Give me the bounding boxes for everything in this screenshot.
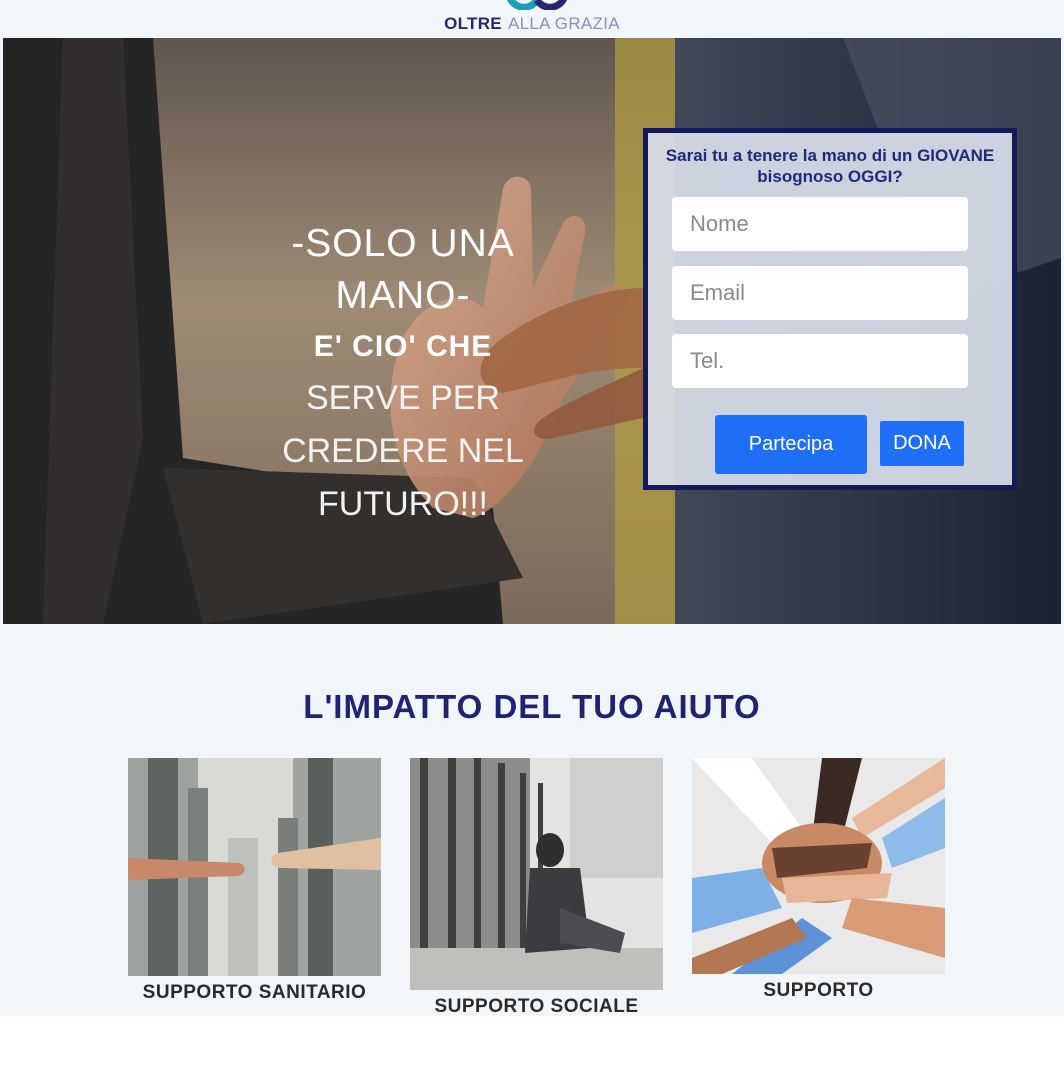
donate-button[interactable]: DONA: [880, 421, 964, 466]
health-support-caption: SUPPORTO SANITARIO: [142, 982, 367, 1003]
partecipa-button[interactable]: Partecipa: [715, 415, 867, 474]
health-support-image[interactable]: [128, 758, 381, 976]
signup-form: Sarai tu a tenere la mano di un GIOVANE …: [643, 128, 1017, 490]
logo-wordmark[interactable]: OLTRE ALLA GRAZIA: [0, 14, 1064, 34]
hero-subtitle: E' CIO' CHE: [313, 330, 493, 363]
landing-page: OLTRE ALLA GRAZIA -SOLO UNA MANO- E' CIO…: [0, 0, 1064, 1080]
community-support-image[interactable]: [692, 758, 945, 974]
form-title: Sarai tu a tenere la mano di un GIOVANE …: [665, 146, 995, 186]
impact-title: L'IMPATTO DEL TUO AIUTO: [303, 688, 761, 725]
logo-icon[interactable]: [497, 0, 577, 10]
social-support-image[interactable]: [410, 758, 663, 990]
name-input[interactable]: [672, 197, 968, 251]
hero-headline: -SOLO UNA MANO- E' CIO' CHE SERVE PER CR…: [253, 218, 553, 531]
logo-text-light: ALLA GRAZIA: [507, 14, 620, 33]
email-input[interactable]: [672, 266, 968, 320]
site-header: OLTRE ALLA GRAZIA: [0, 0, 1064, 38]
hero-body: SERVE PER CREDERE NEL FUTURO!!!: [282, 379, 524, 523]
hero-title: -SOLO UNA MANO-: [291, 222, 515, 317]
social-support-caption: SUPPORTO SOCIALE: [434, 996, 639, 1017]
logo-text-strong: OLTRE: [444, 14, 502, 33]
community-support-photo: [692, 758, 945, 974]
health-support-photo: [128, 758, 381, 976]
phone-input[interactable]: [672, 334, 968, 388]
community-support-caption: SUPPORTO: [763, 980, 874, 1001]
social-support-photo: [410, 758, 663, 990]
